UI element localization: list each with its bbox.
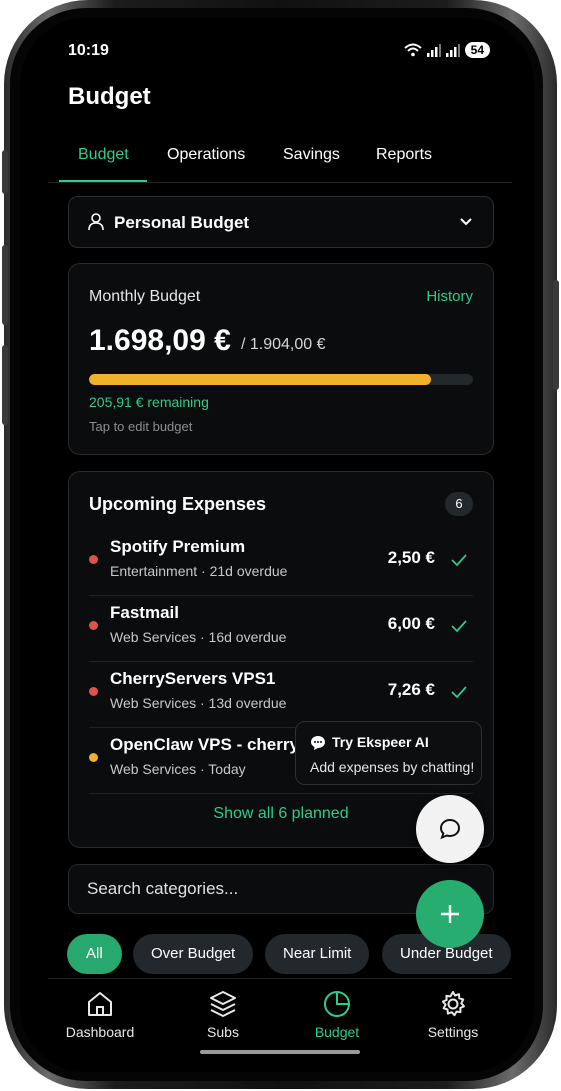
budget-spent-amount: 1.698,09 € xyxy=(89,324,231,357)
due-today-status-dot xyxy=(89,753,98,762)
filter-chip-all[interactable]: All xyxy=(67,934,122,974)
add-expense-button[interactable] xyxy=(416,880,484,948)
history-link[interactable]: History xyxy=(426,288,473,305)
battery-indicator: 54 xyxy=(464,42,490,58)
upcoming-count-badge: 6 xyxy=(445,492,473,516)
layers-icon xyxy=(210,991,236,1017)
nav-dashboard[interactable]: Dashboard xyxy=(50,989,150,1040)
upcoming-expenses-title: Upcoming Expenses xyxy=(89,494,267,514)
search-categories-input[interactable] xyxy=(87,877,427,901)
home-icon xyxy=(88,992,112,1016)
overdue-status-dot xyxy=(89,621,98,630)
chat-icon xyxy=(439,818,461,840)
monthly-budget-title: Monthly Budget xyxy=(89,288,201,305)
nav-subs[interactable]: Subs xyxy=(173,989,273,1040)
overdue-status-dot xyxy=(89,555,98,564)
expense-amount: 7,26 € xyxy=(387,680,435,699)
chevron-down-icon xyxy=(460,218,472,226)
ai-tooltip-title: Try Ekspeer AI xyxy=(332,734,429,750)
edit-budget-hint: Tap to edit budget xyxy=(89,419,193,434)
plus-icon xyxy=(441,905,459,923)
expense-name: OpenClaw VPS - cherrys xyxy=(110,735,309,754)
phone-side-button xyxy=(2,150,8,194)
check-icon[interactable] xyxy=(449,682,469,702)
expense-subtitle: Web Services · Today xyxy=(110,761,246,777)
phone-power-button xyxy=(553,280,559,390)
phone-side-button xyxy=(2,345,8,425)
active-tab-indicator xyxy=(59,180,147,182)
tab-bar: Budget Operations Savings Reports xyxy=(48,138,512,183)
budget-remaining: 205,91 € remaining xyxy=(89,394,209,410)
nav-budget[interactable]: Budget xyxy=(287,989,387,1040)
nav-label: Subs xyxy=(207,1024,239,1040)
upcoming-expenses-card: Upcoming Expenses 6 Spotify Premium Ente… xyxy=(68,471,494,848)
signal-icon xyxy=(445,43,460,57)
nav-label: Budget xyxy=(314,1024,360,1040)
expense-row[interactable]: Spotify Premium Entertainment · 21d over… xyxy=(89,530,473,596)
expense-row[interactable]: CherryServers VPS1 Web Services · 13d ov… xyxy=(89,662,473,728)
page-title: Budget xyxy=(68,83,151,110)
wifi-icon xyxy=(403,43,422,57)
status-time: 10:19 xyxy=(68,42,109,59)
check-icon[interactable] xyxy=(449,616,469,636)
ai-tooltip-subtitle: Add expenses by chatting! xyxy=(310,759,475,775)
budget-progress-fill xyxy=(89,374,431,385)
expense-subtitle: Entertainment · 21d overdue xyxy=(110,563,288,579)
expense-subtitle: Web Services · 13d overdue xyxy=(110,695,287,711)
app-screen: 10:19 54 Budget Budget Operations Saving… xyxy=(20,18,534,1072)
expense-amount: 6,00 € xyxy=(387,614,435,633)
filter-chip-near-limit[interactable]: Near Limit xyxy=(265,934,370,974)
expense-name: CherryServers VPS1 xyxy=(110,669,276,688)
tab-operations[interactable]: Operations xyxy=(167,146,245,164)
tab-savings[interactable]: Savings xyxy=(283,146,340,164)
overdue-status-dot xyxy=(89,687,98,696)
gear-icon xyxy=(441,991,465,1017)
chat-bubble-icon xyxy=(311,736,325,750)
expense-name: Spotify Premium xyxy=(110,537,246,556)
status-icons: 54 xyxy=(403,42,490,58)
monthly-budget-card[interactable]: Monthly Budget History 1.698,09 € / 1.90… xyxy=(68,263,494,455)
nav-label: Settings xyxy=(427,1024,479,1040)
expense-amount: 2,50 € xyxy=(387,548,435,567)
tab-budget[interactable]: Budget xyxy=(78,146,129,164)
ai-chat-button[interactable] xyxy=(416,795,484,863)
user-icon xyxy=(88,213,104,231)
nav-settings[interactable]: Settings xyxy=(403,989,503,1040)
bottom-navigation: Dashboard Subs Budget Settings xyxy=(48,978,512,1072)
expense-subtitle: Web Services · 16d overdue xyxy=(110,629,287,645)
tab-reports[interactable]: Reports xyxy=(376,146,432,164)
check-icon[interactable] xyxy=(449,550,469,570)
phone-side-button xyxy=(2,245,8,325)
nav-label: Dashboard xyxy=(65,1024,135,1040)
budget-selector-label: Personal Budget xyxy=(114,213,250,232)
expense-row[interactable]: Fastmail Web Services · 16d overdue 6,00… xyxy=(89,596,473,662)
budget-progress-bar xyxy=(89,374,473,385)
ai-chat-tooltip[interactable]: Try Ekspeer AI Add expenses by chatting! xyxy=(295,721,482,785)
expense-name: Fastmail xyxy=(110,603,179,622)
filter-chip-over-budget[interactable]: Over Budget xyxy=(133,934,254,974)
budget-total-amount: / 1.904,00 € xyxy=(241,336,326,353)
signal-icon xyxy=(426,43,441,57)
pie-chart-icon xyxy=(324,991,350,1017)
home-indicator xyxy=(200,1050,360,1054)
budget-selector[interactable]: Personal Budget xyxy=(68,196,494,248)
